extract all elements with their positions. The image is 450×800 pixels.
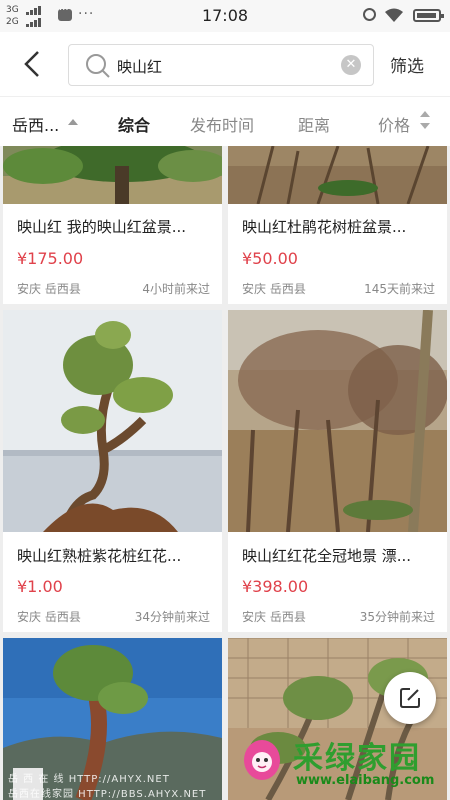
search-icon bbox=[86, 54, 110, 78]
status-bar: 3G 2G ··· 17:08 bbox=[0, 0, 450, 32]
listing-card[interactable]: 映山红红花全冠地景 漂... ¥398.00 安庆 岳西县 35分钟前来过 bbox=[228, 310, 447, 632]
search-query[interactable]: 映山红 bbox=[117, 56, 162, 77]
back-arrow-icon[interactable] bbox=[20, 50, 46, 78]
listing-price: ¥50.00 bbox=[242, 249, 298, 268]
listing-title: 映山红杜鹃花树桩盆景... bbox=[242, 218, 407, 236]
listing-title: 映山红红花全冠地景 漂... bbox=[242, 547, 412, 565]
listing-title: 映山红 我的映山红盆景... bbox=[17, 218, 187, 236]
listing-image bbox=[228, 146, 447, 204]
watermark-line-2: 岳西在线家园 HTTP://BBS.AHYX.NET bbox=[8, 789, 207, 800]
listing-title: 映山红熟桩紫花桩红花... bbox=[17, 547, 182, 565]
watermark-line-1: 岳 西 在 线 HTTP://AHYX.NET bbox=[8, 774, 170, 785]
clock: 17:08 bbox=[201, 6, 249, 25]
listing-card[interactable]: 映山红熟桩紫花桩红花... ¥1.00 安庆 岳西县 34分钟前来过 bbox=[3, 310, 222, 632]
listing-price: ¥175.00 bbox=[17, 249, 84, 268]
listing-image bbox=[228, 310, 447, 532]
sort-tab-comprehensive[interactable]: 综合 bbox=[118, 112, 150, 136]
filter-button[interactable]: 筛选 bbox=[390, 52, 424, 77]
listing-image bbox=[3, 146, 222, 204]
location-selector[interactable]: 岳西... bbox=[12, 112, 59, 136]
watermark-brand: 采绿家园 bbox=[293, 741, 421, 776]
post-listing-button[interactable] bbox=[384, 672, 436, 724]
sort-tab-price[interactable]: 价格 bbox=[378, 112, 410, 136]
sort-tab-distance[interactable]: 距离 bbox=[298, 112, 330, 136]
listing-posted-time: 145天前来过 bbox=[364, 282, 435, 296]
wifi-icon bbox=[385, 8, 403, 22]
watermark-url: www.elaibang.com bbox=[296, 773, 435, 788]
listing-price: ¥398.00 bbox=[242, 577, 309, 596]
caret-up-icon bbox=[68, 119, 78, 125]
listing-image bbox=[3, 310, 222, 532]
listing-price: ¥1.00 bbox=[17, 577, 63, 596]
listing-posted-time: 35分钟前来过 bbox=[359, 610, 435, 624]
sort-caret-icon bbox=[420, 111, 430, 131]
listing-location: 安庆 岳西县 bbox=[17, 610, 81, 624]
listing-location: 安庆 岳西县 bbox=[242, 282, 306, 296]
battery-icon bbox=[413, 9, 444, 22]
listing-posted-time: 4小时前来过 bbox=[142, 282, 210, 296]
clear-icon[interactable]: ✕ bbox=[341, 55, 361, 75]
search-header: 映山红 ✕ 筛选 bbox=[0, 32, 450, 96]
listing-posted-time: 34分钟前来过 bbox=[134, 610, 210, 624]
search-input[interactable]: 映山红 ✕ bbox=[68, 44, 374, 86]
listing-location: 安庆 岳西县 bbox=[242, 610, 306, 624]
sort-tab-publish-time[interactable]: 发布时间 bbox=[190, 112, 254, 136]
listing-location: 安庆 岳西县 bbox=[17, 282, 81, 296]
edit-icon bbox=[400, 688, 420, 708]
listing-card[interactable]: 映山红杜鹃花树桩盆景... ¥50.00 安庆 岳西县 145天前来过 bbox=[228, 146, 447, 304]
listing-card[interactable]: 映山红 我的映山红盆景... ¥175.00 安庆 岳西县 4小时前来过 bbox=[3, 146, 222, 304]
sort-bar: 岳西... 综合 发布时间 距离 价格 bbox=[0, 96, 450, 146]
alarm-icon bbox=[363, 8, 376, 21]
